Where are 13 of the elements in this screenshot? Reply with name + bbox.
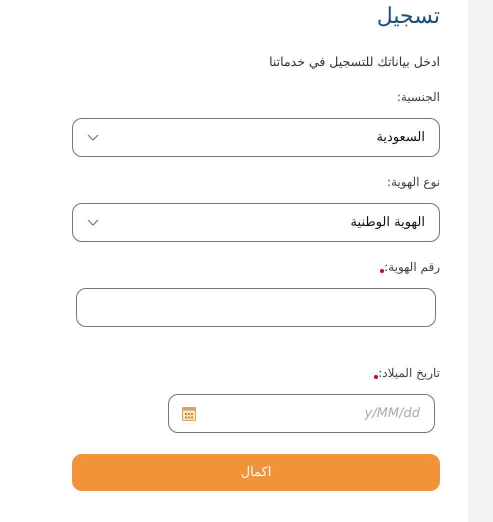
date-field[interactable]: y/MM/dd: [168, 394, 435, 433]
chevron-down-icon: [87, 134, 99, 141]
input-field[interactable]: [76, 288, 436, 327]
intro-text: ادخل بياناتك للتسجيل في خدماتنا: [269, 53, 440, 71]
chevron-down-icon: [87, 219, 99, 226]
dropdown[interactable]: الهوية الوطنية: [72, 203, 440, 242]
field-label: الجنسية:: [396, 89, 440, 106]
field-label: تاريخ الميلاد:: [378, 365, 440, 382]
field-label: رقم الهوية:: [384, 259, 440, 276]
calendar-icon[interactable]: [182, 406, 196, 421]
page-title: تسجيل: [376, 3, 440, 31]
dropdown[interactable]: السعودية: [72, 118, 440, 157]
field-label: نوع الهوية:: [386, 174, 440, 191]
